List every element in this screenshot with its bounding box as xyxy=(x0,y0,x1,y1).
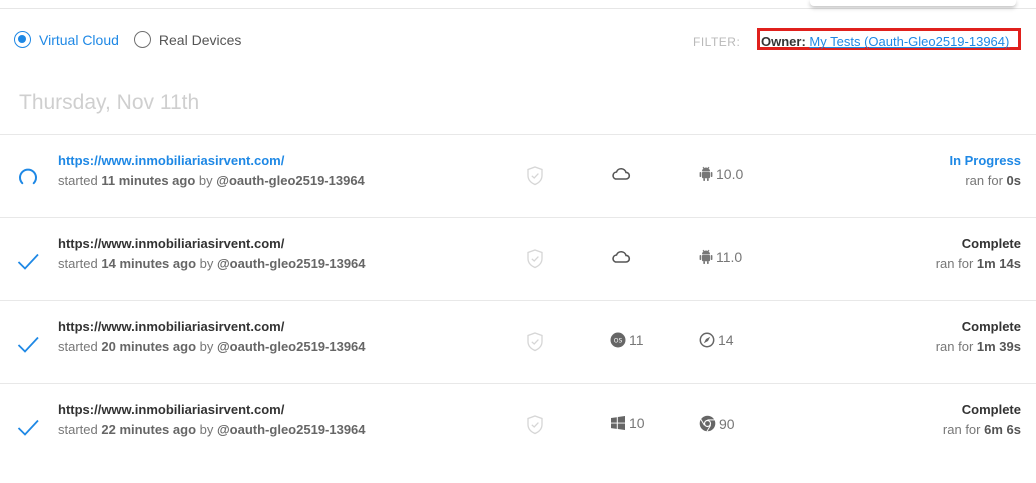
duration: ran for 1m 39s xyxy=(936,339,1021,354)
os-info xyxy=(610,249,634,265)
test-meta: started 22 minutes ago by @oauth-gleo251… xyxy=(58,422,366,437)
started-word: started xyxy=(58,339,98,354)
spinner-icon xyxy=(19,168,37,185)
platform-info: 11.0 xyxy=(699,249,742,265)
duration: ran for 0s xyxy=(965,173,1021,188)
ran-for-word: ran for xyxy=(935,256,974,271)
platform-version: 10.0 xyxy=(716,166,744,182)
owner-filter[interactable]: Owner: My Tests (Oauth-Gleo2519-13964) xyxy=(761,34,1009,49)
by-word: by xyxy=(199,256,214,271)
ran-for-word: ran for xyxy=(935,339,974,354)
os-version: 11 xyxy=(629,332,644,348)
by-word: by xyxy=(199,339,214,354)
radio-label: Real Devices xyxy=(158,31,242,48)
cloud-icon xyxy=(612,250,631,263)
test-row[interactable]: https://www.inmobiliariasirvent.com/ sta… xyxy=(0,383,1036,466)
test-url[interactable]: https://www.inmobiliariasirvent.com/ xyxy=(58,236,284,251)
duration-value: 0s xyxy=(1006,173,1021,188)
shield-check-icon xyxy=(527,166,543,186)
test-meta: started 11 minutes ago by @oauth-gleo251… xyxy=(58,173,365,188)
started-word: started xyxy=(58,256,98,271)
chrome-icon xyxy=(699,415,716,432)
platform-info: 14 xyxy=(699,332,734,348)
test-user: @oauth-gleo2519-13964 xyxy=(216,173,365,188)
duration: ran for 6m 6s xyxy=(943,422,1021,437)
filter-label: FILTER: xyxy=(693,35,741,49)
started-ago: 22 minutes ago xyxy=(101,422,197,437)
duration-value: 6m 6s xyxy=(984,422,1021,437)
started-word: started xyxy=(58,422,98,437)
platform-version: 14 xyxy=(718,332,734,348)
started-ago: 14 minutes ago xyxy=(101,256,197,271)
owner-key: Owner: xyxy=(761,34,806,49)
check-icon xyxy=(17,419,39,436)
ran-for-word: ran for xyxy=(965,173,1003,188)
test-row[interactable]: https://www.inmobiliariasirvent.com/ sta… xyxy=(0,217,1036,300)
environment-toggle: Virtual Cloud Real Devices xyxy=(14,31,241,48)
radio-real-devices[interactable]: Real Devices xyxy=(133,31,242,48)
platform-info: 10.0 xyxy=(699,166,743,182)
cloud-icon xyxy=(612,167,631,180)
started-word: started xyxy=(58,173,98,188)
os-info: OS 11 xyxy=(610,332,644,348)
duration-value: 1m 39s xyxy=(976,339,1021,354)
by-word: by xyxy=(199,422,214,437)
test-row[interactable]: https://www.inmobiliariasirvent.com/ sta… xyxy=(0,134,1036,217)
test-row[interactable]: https://www.inmobiliariasirvent.com/ sta… xyxy=(0,300,1036,383)
status-text: Complete xyxy=(961,319,1021,334)
platform-version: 90 xyxy=(719,415,735,432)
check-icon xyxy=(17,253,39,270)
owner-filter-link[interactable]: My Tests (Oauth-Gleo2519-13964) xyxy=(809,34,1009,49)
svg-text:OS: OS xyxy=(614,338,623,345)
android-icon xyxy=(699,166,713,181)
date-heading: Thursday, Nov 11th xyxy=(19,91,200,114)
platform-version: 11.0 xyxy=(716,249,743,265)
started-ago: 11 minutes ago xyxy=(101,173,196,188)
radio-button-selected[interactable] xyxy=(14,31,31,48)
shield-check-icon xyxy=(527,249,543,269)
test-url[interactable]: https://www.inmobiliariasirvent.com/ xyxy=(58,402,284,417)
check-icon xyxy=(17,336,39,353)
duration-value: 1m 14s xyxy=(976,256,1021,271)
test-user: @oauth-gleo2519-13964 xyxy=(217,339,366,354)
android-icon xyxy=(699,249,713,264)
status-text: Complete xyxy=(961,402,1021,417)
test-user: @oauth-gleo2519-13964 xyxy=(217,256,366,271)
radio-virtual-cloud[interactable]: Virtual Cloud xyxy=(14,31,119,48)
shield-check-icon xyxy=(527,332,543,352)
test-url[interactable]: https://www.inmobiliariasirvent.com/ xyxy=(58,319,284,334)
os-info: 10 xyxy=(610,415,645,431)
test-meta: started 14 minutes ago by @oauth-gleo251… xyxy=(58,256,366,271)
shield-check-icon xyxy=(527,415,543,435)
dropdown-edge xyxy=(810,0,1016,6)
platform-info: 90 xyxy=(699,415,735,432)
radio-button[interactable] xyxy=(133,31,151,48)
status-text: In Progress xyxy=(949,153,1021,168)
os-info xyxy=(610,166,634,182)
started-ago: 20 minutes ago xyxy=(101,339,197,354)
test-user: @oauth-gleo2519-13964 xyxy=(217,422,366,437)
status-text: Complete xyxy=(961,236,1021,251)
os-version: 10 xyxy=(629,415,645,431)
duration: ran for 1m 14s xyxy=(936,256,1021,271)
safari-icon xyxy=(699,332,715,348)
top-divider xyxy=(0,8,1036,9)
windows-icon xyxy=(611,416,625,430)
test-meta: started 20 minutes ago by @oauth-gleo251… xyxy=(58,339,366,354)
test-url[interactable]: https://www.inmobiliariasirvent.com/ xyxy=(58,153,284,168)
ran-for-word: ran for xyxy=(942,422,981,437)
by-word: by xyxy=(198,173,213,188)
radio-label: Virtual Cloud xyxy=(39,31,119,48)
macos-icon: OS xyxy=(610,332,626,348)
